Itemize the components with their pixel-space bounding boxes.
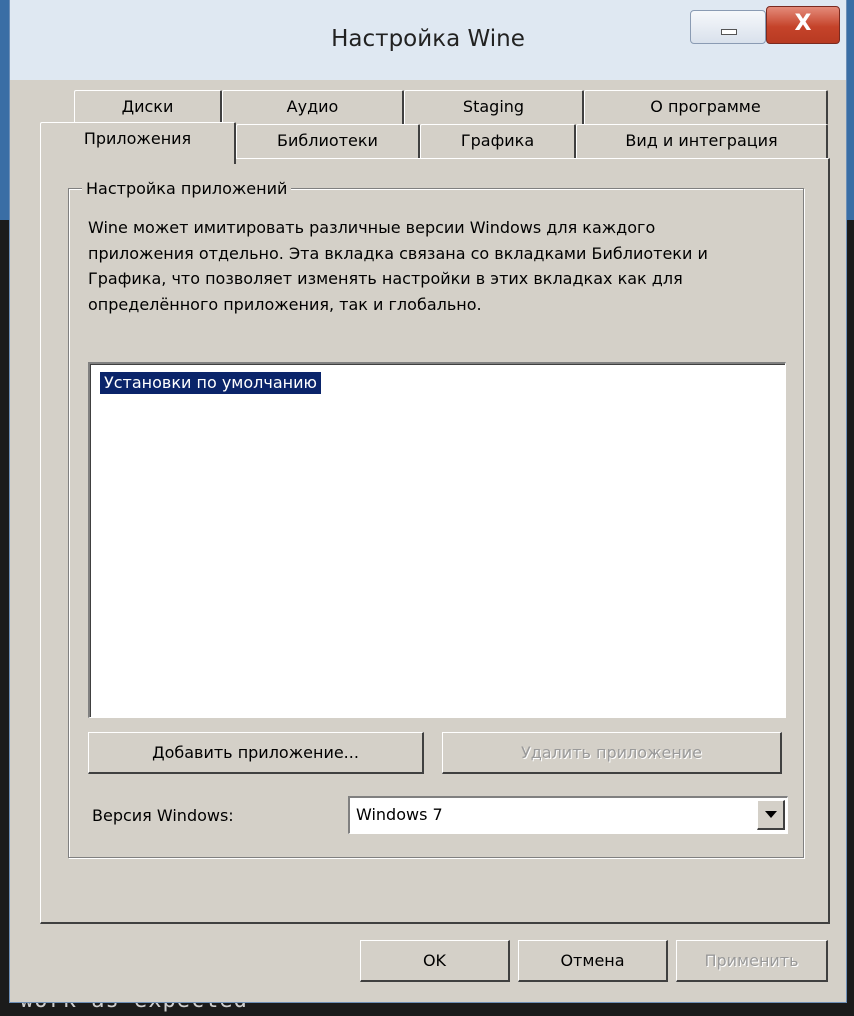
tab-about[interactable]: О программе — [584, 90, 828, 124]
chevron-down-icon[interactable] — [757, 800, 785, 830]
remove-app-button[interactable]: Удалить приложение — [442, 732, 782, 774]
add-app-button[interactable]: Добавить приложение... — [88, 732, 424, 774]
group-description: Wine может имитировать различные версии … — [88, 218, 708, 314]
tab-audio[interactable]: Аудио — [222, 90, 404, 124]
tab-applications[interactable]: Приложения — [40, 122, 236, 164]
close-button[interactable]: X — [766, 6, 840, 44]
tab-graphics[interactable]: Графика — [420, 124, 576, 158]
cancel-button[interactable]: Отмена — [518, 940, 668, 982]
wine-config-window: Настройка Wine X Диски Аудио Staging О п… — [10, 0, 846, 1002]
application-list[interactable]: Установки по умолчанию — [88, 362, 786, 718]
tab-staging[interactable]: Staging — [404, 90, 584, 124]
apply-button[interactable]: Применить — [676, 940, 828, 982]
minimize-button[interactable] — [690, 10, 766, 44]
tab-disks[interactable]: Диски — [74, 90, 222, 124]
list-item-default-settings[interactable]: Установки по умолчанию — [99, 371, 322, 395]
group-title: Настройка приложений — [82, 179, 292, 198]
windows-version-label: Версия Windows: — [92, 806, 234, 825]
tab-desktop-integration[interactable]: Вид и интеграция — [576, 124, 828, 158]
tab-libraries[interactable]: Библиотеки — [236, 124, 420, 158]
windows-version-value: Windows 7 — [356, 805, 443, 824]
title-bar[interactable]: Настройка Wine X — [10, 0, 846, 80]
windows-version-select[interactable]: Windows 7 — [348, 796, 788, 834]
ok-button[interactable]: OK — [360, 940, 510, 982]
